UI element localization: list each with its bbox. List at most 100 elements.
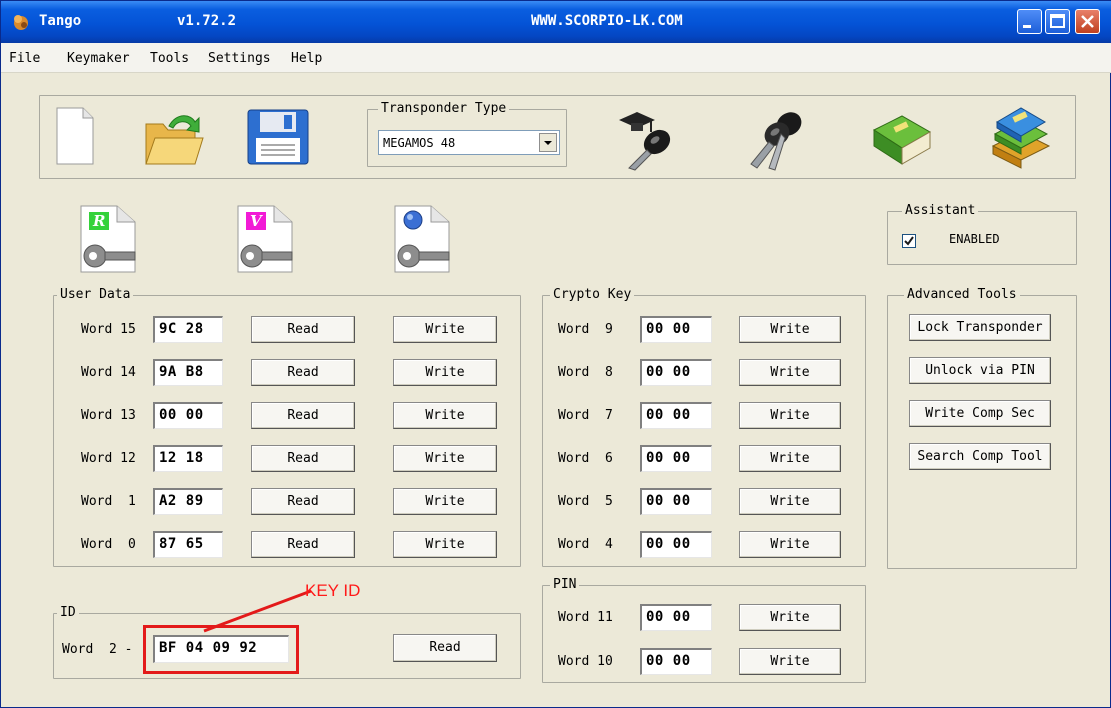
id-label: ID <box>57 605 79 621</box>
user-data-word-field[interactable]: 12 18 <box>153 445 223 472</box>
user-data-word-label: Word 14 <box>81 365 136 380</box>
user-data-word-label: Word 15 <box>81 322 136 337</box>
user-data-word-field[interactable]: 9C 28 <box>153 316 223 343</box>
new-file-button[interactable] <box>55 106 95 170</box>
keymaker-graduate-button[interactable] <box>615 106 681 176</box>
crypto-key-write-button[interactable]: Write <box>739 445 841 472</box>
pin-word-label: Word 11 <box>558 610 613 625</box>
write-comp-sec-button[interactable]: Write Comp Sec <box>909 400 1051 427</box>
close-button[interactable] <box>1075 9 1100 34</box>
app-logo-icon <box>11 12 31 32</box>
user-data-write-button[interactable]: Write <box>393 445 497 472</box>
crypto-key-word-field[interactable]: 00 00 <box>640 445 712 472</box>
library-books-button[interactable] <box>985 102 1055 176</box>
id-read-button[interactable]: Read <box>393 634 497 662</box>
menu-settings[interactable]: Settings <box>208 51 271 66</box>
pin-word-field[interactable]: 00 00 <box>640 648 712 675</box>
id-word-label: Word 2 - <box>62 642 133 657</box>
lock-key-icon <box>394 205 450 273</box>
user-data-word-field[interactable]: A2 89 <box>153 488 223 515</box>
menu-tools[interactable]: Tools <box>150 51 189 66</box>
crypto-key-word-label: Word 4 <box>558 537 613 552</box>
floppy-disk-icon <box>247 109 309 165</box>
menu-help[interactable]: Help <box>291 51 322 66</box>
minimize-button[interactable] <box>1017 9 1042 34</box>
pin-label: PIN <box>550 577 580 593</box>
svg-text:R: R <box>92 212 105 230</box>
crypto-key-write-button[interactable]: Write <box>739 359 841 386</box>
user-data-word-label: Word 0 <box>81 537 136 552</box>
user-data-write-button[interactable]: Write <box>393 531 497 558</box>
new-file-icon <box>56 107 94 165</box>
key-id-highlight <box>143 625 299 674</box>
search-comp-tool-button[interactable]: Search Comp Tool <box>909 443 1051 470</box>
lock-key-button[interactable] <box>393 204 455 278</box>
assistant-checkbox[interactable] <box>902 234 916 248</box>
verify-key-button[interactable]: V <box>236 204 298 278</box>
user-data-word-field[interactable]: 9A B8 <box>153 359 223 386</box>
svg-text:V: V <box>250 212 263 230</box>
crypto-key-word-field[interactable]: 00 00 <box>640 488 712 515</box>
crypto-key-write-button[interactable]: Write <box>739 316 841 343</box>
advanced-tools-label: Advanced Tools <box>904 287 1020 303</box>
manual-book-button[interactable] <box>868 108 934 174</box>
crypto-key-word-field[interactable]: 00 00 <box>640 402 712 429</box>
read-key-button[interactable]: R <box>79 204 141 278</box>
app-window: Tango v1.72.2 WWW.SCORPIO-LK.COM File Ke… <box>0 0 1111 708</box>
checkmark-icon <box>904 236 914 246</box>
save-file-button[interactable] <box>246 108 310 170</box>
crypto-key-write-button[interactable]: Write <box>739 402 841 429</box>
user-data-word-field[interactable]: 00 00 <box>153 402 223 429</box>
window-version: v1.72.2 <box>177 13 237 29</box>
unlock-via-pin-button[interactable]: Unlock via PIN <box>909 357 1051 384</box>
user-data-word-label: Word 1 <box>81 494 136 509</box>
crypto-key-word-field[interactable]: 00 00 <box>640 359 712 386</box>
transponder-type-group: Transponder Type MEGAMOS 48 <box>367 101 567 167</box>
user-data-read-button[interactable]: Read <box>251 402 355 429</box>
user-data-read-button[interactable]: Read <box>251 359 355 386</box>
window-title: Tango <box>39 13 82 29</box>
transponder-type-value: MEGAMOS 48 <box>383 136 456 150</box>
pin-write-button[interactable]: Write <box>739 648 841 675</box>
crypto-key-word-field[interactable]: 00 00 <box>640 531 712 558</box>
user-data-read-button[interactable]: Read <box>251 488 355 515</box>
crypto-key-write-button[interactable]: Write <box>739 531 841 558</box>
crypto-key-label: Crypto Key <box>550 287 635 303</box>
window-site: WWW.SCORPIO-LK.COM <box>531 13 683 29</box>
transponder-type-label: Transponder Type <box>378 101 510 117</box>
menu-keymaker[interactable]: Keymaker <box>67 51 130 66</box>
user-data-read-button[interactable]: Read <box>251 531 355 558</box>
open-folder-button[interactable] <box>143 108 205 170</box>
user-data-write-button[interactable]: Write <box>393 316 497 343</box>
user-data-write-button[interactable]: Write <box>393 488 497 515</box>
lock-transponder-button[interactable]: Lock Transponder <box>909 314 1051 341</box>
user-data-write-button[interactable]: Write <box>393 359 497 386</box>
crypto-key-word-label: Word 6 <box>558 451 613 466</box>
verify-key-icon: V <box>237 205 293 273</box>
green-book-icon <box>872 115 932 165</box>
graduate-key-icon <box>619 112 671 171</box>
maximize-button[interactable] <box>1045 9 1070 34</box>
transponder-type-select[interactable]: MEGAMOS 48 <box>378 130 560 155</box>
keys-icon <box>750 112 802 171</box>
keymaker-keys-button[interactable] <box>743 104 809 176</box>
pin-write-button[interactable]: Write <box>739 604 841 631</box>
book-stack-icon <box>991 107 1051 169</box>
menu-file[interactable]: File <box>9 51 40 66</box>
crypto-key-word-label: Word 9 <box>558 322 613 337</box>
key-id-annotation: KEY ID <box>305 581 361 600</box>
crypto-key-word-field[interactable]: 00 00 <box>640 316 712 343</box>
toolbar-panel: Transponder Type MEGAMOS 48 <box>39 95 1076 179</box>
chevron-down-icon[interactable] <box>539 133 557 152</box>
user-data-word-field[interactable]: 87 65 <box>153 531 223 558</box>
crypto-key-write-button[interactable]: Write <box>739 488 841 515</box>
advanced-tools-group: Advanced Tools Lock Transponder Unlock v… <box>887 287 1077 569</box>
user-data-write-button[interactable]: Write <box>393 402 497 429</box>
pin-word-label: Word 10 <box>558 654 613 669</box>
open-folder-icon <box>145 115 204 165</box>
title-bar[interactable]: Tango v1.72.2 WWW.SCORPIO-LK.COM <box>1 1 1111 43</box>
user-data-read-button[interactable]: Read <box>251 316 355 343</box>
user-data-read-button[interactable]: Read <box>251 445 355 472</box>
assistant-label: Assistant <box>902 203 979 219</box>
pin-word-field[interactable]: 00 00 <box>640 604 712 631</box>
